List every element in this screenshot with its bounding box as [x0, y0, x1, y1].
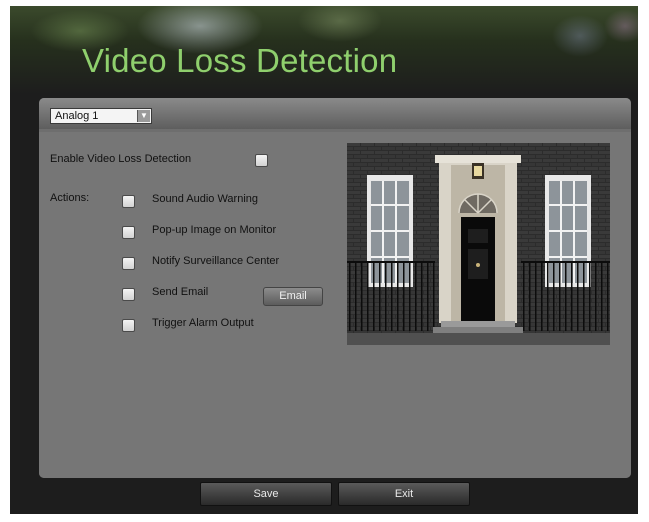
chevron-down-icon: ▼ — [137, 110, 150, 122]
enable-detection-checkbox[interactable] — [255, 154, 268, 167]
actions-label: Actions: — [50, 192, 90, 204]
header-banner: Video Loss Detection — [10, 6, 638, 94]
popup-image-checkbox[interactable] — [122, 226, 135, 239]
save-button[interactable]: Save — [200, 482, 332, 506]
panel-toolbar: Analog 1 ▼ — [39, 98, 631, 129]
popup-image-label: Pop-up Image on Monitor — [152, 224, 277, 236]
trigger-alarm-checkbox[interactable] — [122, 319, 135, 332]
enable-detection-label: Enable Video Loss Detection — [50, 153, 192, 165]
sound-audio-warning-label: Sound Audio Warning — [152, 193, 258, 205]
exit-button[interactable]: Exit — [338, 482, 470, 506]
camera-select[interactable]: Analog 1 ▼ — [50, 108, 152, 124]
sound-audio-warning-checkbox[interactable] — [122, 195, 135, 208]
door-preview-image — [347, 143, 610, 345]
settings-panel: Analog 1 ▼ Enable Video Loss Detection A… — [39, 98, 631, 478]
dialog-window: Video Loss Detection Analog 1 ▼ Enable V… — [10, 6, 638, 514]
notify-surveillance-checkbox[interactable] — [122, 257, 135, 270]
email-button[interactable]: Email — [263, 287, 323, 306]
page-title: Video Loss Detection — [82, 42, 398, 79]
trigger-alarm-label: Trigger Alarm Output — [152, 317, 254, 329]
send-email-checkbox[interactable] — [122, 288, 135, 301]
send-email-label: Send Email — [152, 286, 209, 298]
notify-surveillance-label: Notify Surveillance Center — [152, 255, 280, 267]
camera-preview — [347, 143, 610, 345]
camera-select-value: Analog 1 — [55, 110, 99, 122]
